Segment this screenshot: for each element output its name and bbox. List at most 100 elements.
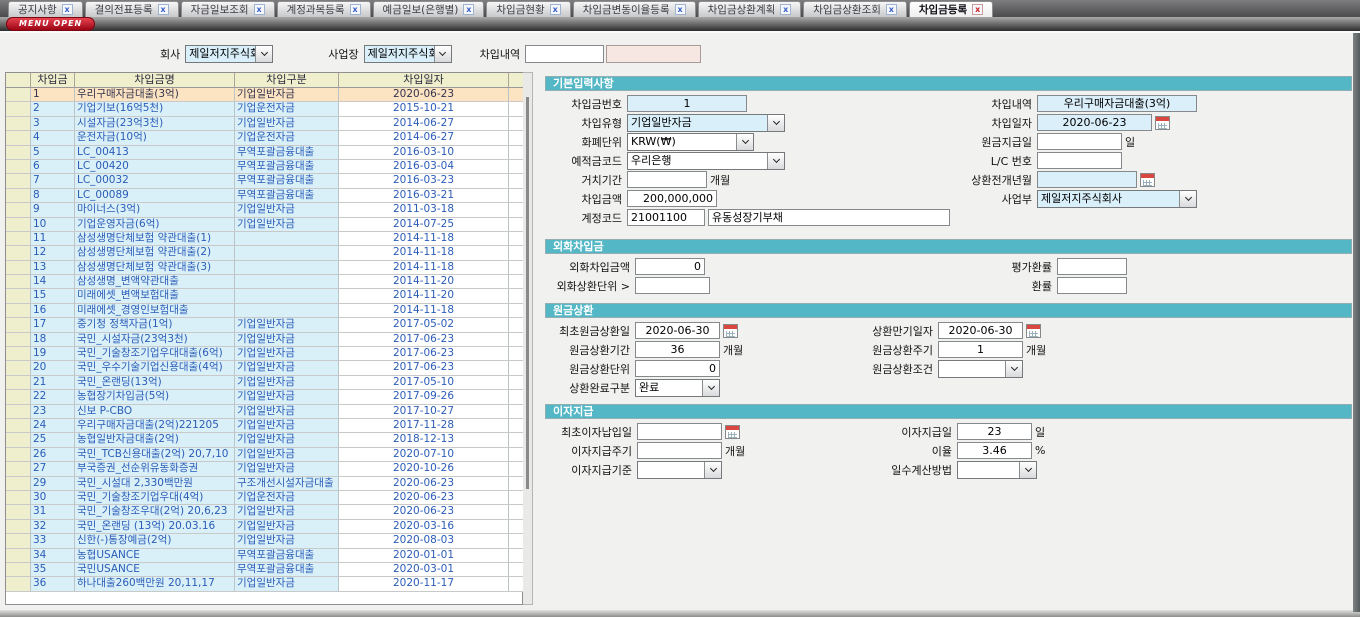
- table-row[interactable]: 6 LC_00420 무역포괄금융대출 2016-03-04: [6, 160, 522, 174]
- row-indicator-cell[interactable]: [6, 88, 31, 102]
- table-row[interactable]: 31 국민_기술창조우대(2억) 20,6,23 기업일반자금 2020-06-…: [6, 505, 522, 519]
- cell-loan-name[interactable]: 미래에셋_변액보험대출: [75, 289, 235, 303]
- tab-close-icon[interactable]: x: [886, 4, 897, 15]
- row-indicator-cell[interactable]: [6, 534, 31, 548]
- chevron-down-icon[interactable]: [1005, 361, 1022, 377]
- row-indicator-cell[interactable]: [6, 160, 31, 174]
- cell-loan-name[interactable]: 우리구매자금대출(3억): [75, 88, 235, 102]
- cell-loan-date[interactable]: 2016-03-04: [339, 160, 509, 174]
- cell-loan-code[interactable]: 22: [31, 390, 75, 404]
- row-indicator-cell[interactable]: [6, 131, 31, 145]
- table-row[interactable]: 34 농협USANCE 무역포괄금융대출 2020-01-01: [6, 549, 522, 563]
- row-indicator-cell[interactable]: [6, 448, 31, 462]
- cell-loan-class[interactable]: 기업일반자금: [235, 88, 339, 102]
- table-row[interactable]: 9 마이너스(3억) 기업일반자금 2011-03-18: [6, 203, 522, 217]
- row-indicator-cell[interactable]: [6, 361, 31, 375]
- cell-loan-code[interactable]: 18: [31, 333, 75, 347]
- rollover-ym-field[interactable]: [1037, 171, 1137, 188]
- cell-loan-name[interactable]: 삼성생명단체보험 약관대출(3): [75, 261, 235, 275]
- calendar-icon[interactable]: [1140, 173, 1155, 187]
- cell-loan-class[interactable]: 기업일반자금: [235, 405, 339, 419]
- chevron-down-icon[interactable]: [767, 153, 784, 169]
- cell-loan-code[interactable]: 25: [31, 433, 75, 447]
- cell-loan-class[interactable]: 기업일반자금: [235, 520, 339, 534]
- table-row[interactable]: 20 국민_우수기술기업신용대출(4억) 기업일반자금 2017-06-23: [6, 361, 522, 375]
- cell-loan-code[interactable]: 14: [31, 275, 75, 289]
- eval-rate-field[interactable]: [1057, 258, 1127, 275]
- company-select[interactable]: 제일저지주식회사: [185, 45, 273, 63]
- row-indicator-cell[interactable]: [6, 146, 31, 160]
- table-row[interactable]: 29 국민_시설대 2,330백만원 구조개선시설자금대출 2020-06-23: [6, 477, 522, 491]
- cell-loan-date[interactable]: 2016-03-21: [339, 189, 509, 203]
- first-repay-date-field[interactable]: 2020-06-30: [635, 322, 720, 339]
- row-indicator-cell[interactable]: [6, 549, 31, 563]
- cell-loan-date[interactable]: 2020-03-01: [339, 563, 509, 577]
- cell-loan-name[interactable]: 신한(-)통장예금(2억): [75, 534, 235, 548]
- header-loan-date[interactable]: 차입일자: [339, 73, 509, 88]
- cell-loan-date[interactable]: 2020-07-10: [339, 448, 509, 462]
- cell-loan-code[interactable]: 23: [31, 405, 75, 419]
- repay-unit-field[interactable]: 0: [635, 360, 720, 377]
- repay-done-select[interactable]: 완료: [635, 379, 720, 397]
- cell-loan-code[interactable]: 9: [31, 203, 75, 217]
- row-indicator-cell[interactable]: [6, 289, 31, 303]
- cell-loan-class[interactable]: 기업일반자금: [235, 203, 339, 217]
- account-code-field[interactable]: 21001100: [627, 209, 705, 226]
- calendar-icon[interactable]: [723, 324, 738, 338]
- cell-loan-date[interactable]: 2020-08-03: [339, 534, 509, 548]
- cell-loan-date[interactable]: 2014-07-25: [339, 218, 509, 232]
- cell-loan-code[interactable]: 15: [31, 289, 75, 303]
- maturity-date-field[interactable]: 2020-06-30: [938, 322, 1023, 339]
- table-row[interactable]: 33 신한(-)통장예금(2억) 기업일반자금 2020-08-03: [6, 534, 522, 548]
- cell-loan-class[interactable]: 기업일반자금: [235, 333, 339, 347]
- cell-loan-code[interactable]: 26: [31, 448, 75, 462]
- principal-pay-day-field[interactable]: [1037, 133, 1122, 150]
- table-row[interactable]: 23 신보 P-CBO 기업일반자금 2017-10-27: [6, 405, 522, 419]
- cell-loan-code[interactable]: 4: [31, 131, 75, 145]
- cell-loan-name[interactable]: 국민_온랜딩(13억): [75, 376, 235, 390]
- table-row[interactable]: 12 삼성생명단체보험 약관대출(2) 2014-11-18: [6, 246, 522, 260]
- loan-type-select[interactable]: 기업일반자금: [627, 114, 785, 132]
- loan-date-field[interactable]: 2020-06-23: [1037, 114, 1152, 131]
- row-indicator-cell[interactable]: [6, 520, 31, 534]
- cell-loan-date[interactable]: 2014-11-18: [339, 232, 509, 246]
- cell-loan-code[interactable]: 5: [31, 146, 75, 160]
- cell-loan-name[interactable]: 중기청 정책자금(1억): [75, 318, 235, 332]
- cell-loan-name[interactable]: 국민_기술창조기업우대대출(6억): [75, 347, 235, 361]
- table-row[interactable]: 4 운전자금(10억) 기업운전자금 2014-06-27: [6, 131, 522, 145]
- cell-loan-class[interactable]: 기업일반자금: [235, 462, 339, 476]
- cell-loan-date[interactable]: 2017-09-26: [339, 390, 509, 404]
- cell-loan-code[interactable]: 20: [31, 361, 75, 375]
- cell-loan-date[interactable]: 2014-06-27: [339, 117, 509, 131]
- division-select[interactable]: 제일저지주식회사: [1037, 190, 1197, 208]
- calendar-icon[interactable]: [725, 425, 740, 439]
- loan-detail-input[interactable]: [525, 45, 604, 63]
- vertical-scrollbar[interactable]: [1353, 33, 1360, 612]
- table-row[interactable]: 32 국민_온랜딩 (13억) 20.03.16 기업일반자금 2020-03-…: [6, 520, 522, 534]
- row-indicator-cell[interactable]: [6, 462, 31, 476]
- repay-period-field[interactable]: 36: [635, 341, 720, 358]
- cell-loan-class[interactable]: 기업일반자금: [235, 534, 339, 548]
- cell-loan-class[interactable]: 무역포괄금융대출: [235, 160, 339, 174]
- cell-loan-class[interactable]: [235, 261, 339, 275]
- grace-period-field[interactable]: [627, 171, 707, 188]
- table-row[interactable]: 10 기업운영자금(6억) 기업일반자금 2014-07-25: [6, 218, 522, 232]
- cell-loan-code[interactable]: 17: [31, 318, 75, 332]
- cell-loan-class[interactable]: 기업일반자금: [235, 218, 339, 232]
- row-indicator-cell[interactable]: [6, 117, 31, 131]
- row-indicator-cell[interactable]: [6, 505, 31, 519]
- header-loan-name[interactable]: 차입금명: [75, 73, 235, 88]
- table-row[interactable]: 22 농협장기차입금(5억) 기업일반자금 2017-09-26: [6, 390, 522, 404]
- cell-loan-name[interactable]: 국민_시설대 2,330백만원: [75, 477, 235, 491]
- cell-loan-class[interactable]: 기업일반자금: [235, 117, 339, 131]
- tab[interactable]: 결의전표등록 x: [85, 1, 179, 17]
- table-row[interactable]: 30 국민_기술창조기업우대(4억) 기업운전자금 2020-06-23: [6, 491, 522, 505]
- chevron-down-icon[interactable]: [1179, 191, 1196, 207]
- cell-loan-code[interactable]: 7: [31, 174, 75, 188]
- exchange-rate-field[interactable]: [1057, 277, 1127, 294]
- table-row[interactable]: 36 하나대출260백만원 20,11,17 기업일반자금 2020-11-17: [6, 577, 522, 591]
- cell-loan-date[interactable]: 2016-03-23: [339, 174, 509, 188]
- cell-loan-class[interactable]: 기업일반자금: [235, 361, 339, 375]
- cell-loan-date[interactable]: 2020-06-23: [339, 88, 509, 102]
- cell-loan-date[interactable]: 2018-12-13: [339, 433, 509, 447]
